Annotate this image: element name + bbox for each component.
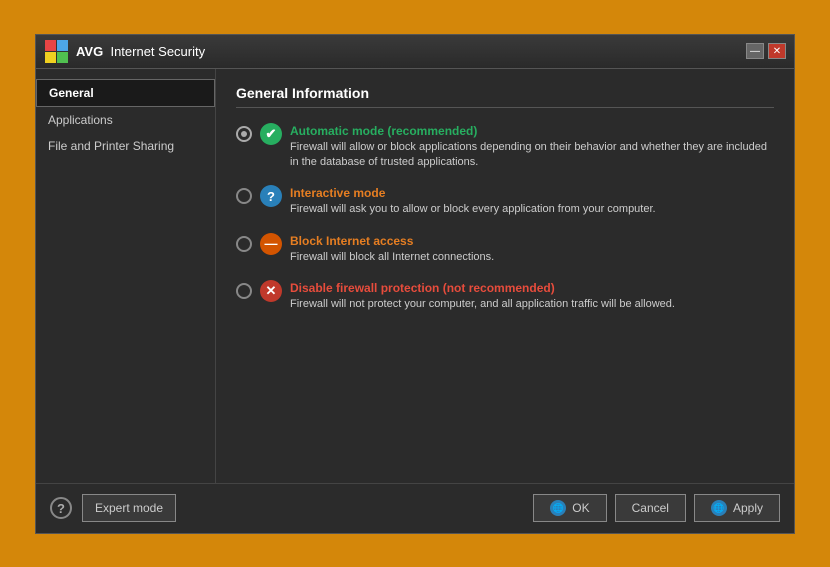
main-content: General Information ✔ Automatic mode (re… [216, 69, 794, 483]
option-text-interactive: Interactive mode Firewall will ask you t… [290, 186, 774, 217]
desc-disable: Firewall will not protect your computer,… [290, 297, 774, 312]
sidebar: General Applications File and Printer Sh… [36, 69, 216, 483]
footer: ? Expert mode 🌐 OK Cancel 🌐 Apply [36, 483, 794, 533]
title-controls: — ✕ [746, 43, 786, 59]
brand-text: AVG [76, 44, 103, 59]
icon-automatic: ✔ [260, 123, 282, 145]
apply-button[interactable]: 🌐 Apply [694, 494, 780, 522]
icon-disable: ✕ [260, 280, 282, 302]
sidebar-item-file-printer[interactable]: File and Printer Sharing [36, 133, 215, 159]
cancel-label: Cancel [632, 501, 669, 515]
label-disable: Disable firewall protection (not recomme… [290, 281, 774, 295]
footer-right: 🌐 OK Cancel 🌐 Apply [533, 494, 780, 522]
option-text-block: Block Internet access Firewall will bloc… [290, 234, 774, 265]
title-bar-left: AVG Internet Security [44, 39, 205, 63]
option-block: — Block Internet access Firewall will bl… [236, 234, 774, 265]
title-text: AVG Internet Security [76, 44, 205, 59]
footer-left: ? Expert mode [50, 494, 176, 522]
main-window: AVG Internet Security — ✕ General Applic… [35, 34, 795, 534]
help-button[interactable]: ? [50, 497, 72, 519]
radio-automatic[interactable] [236, 126, 252, 142]
icon-interactive: ? [260, 185, 282, 207]
section-title: General Information [236, 85, 774, 108]
option-text-disable: Disable firewall protection (not recomme… [290, 281, 774, 312]
option-text-automatic: Automatic mode (recommended) Firewall wi… [290, 124, 774, 171]
desc-block: Firewall will block all Internet connect… [290, 250, 774, 265]
radio-disable[interactable] [236, 283, 252, 299]
ok-button[interactable]: 🌐 OK [533, 494, 606, 522]
ok-globe-icon: 🌐 [550, 500, 566, 516]
option-automatic: ✔ Automatic mode (recommended) Firewall … [236, 124, 774, 171]
apply-globe-icon: 🌐 [711, 500, 727, 516]
icon-block: — [260, 233, 282, 255]
title-bar: AVG Internet Security — ✕ [36, 35, 794, 69]
desc-interactive: Firewall will ask you to allow or block … [290, 202, 774, 217]
label-block: Block Internet access [290, 234, 774, 248]
label-interactive: Interactive mode [290, 186, 774, 200]
cancel-button[interactable]: Cancel [615, 494, 686, 522]
close-button[interactable]: ✕ [768, 43, 786, 59]
minimize-button[interactable]: — [746, 43, 764, 59]
desc-automatic: Firewall will allow or block application… [290, 140, 774, 171]
option-interactive: ? Interactive mode Firewall will ask you… [236, 186, 774, 217]
sidebar-item-general[interactable]: General [36, 79, 215, 107]
radio-interactive[interactable] [236, 188, 252, 204]
avg-logo [44, 39, 68, 63]
content-area: General Applications File and Printer Sh… [36, 69, 794, 483]
radio-block[interactable] [236, 236, 252, 252]
label-automatic: Automatic mode (recommended) [290, 124, 774, 138]
ok-label: OK [572, 501, 589, 515]
option-disable: ✕ Disable firewall protection (not recom… [236, 281, 774, 312]
expert-mode-button[interactable]: Expert mode [82, 494, 176, 522]
apply-label: Apply [733, 501, 763, 515]
window-title: Internet Security [110, 44, 205, 59]
sidebar-item-applications[interactable]: Applications [36, 107, 215, 133]
